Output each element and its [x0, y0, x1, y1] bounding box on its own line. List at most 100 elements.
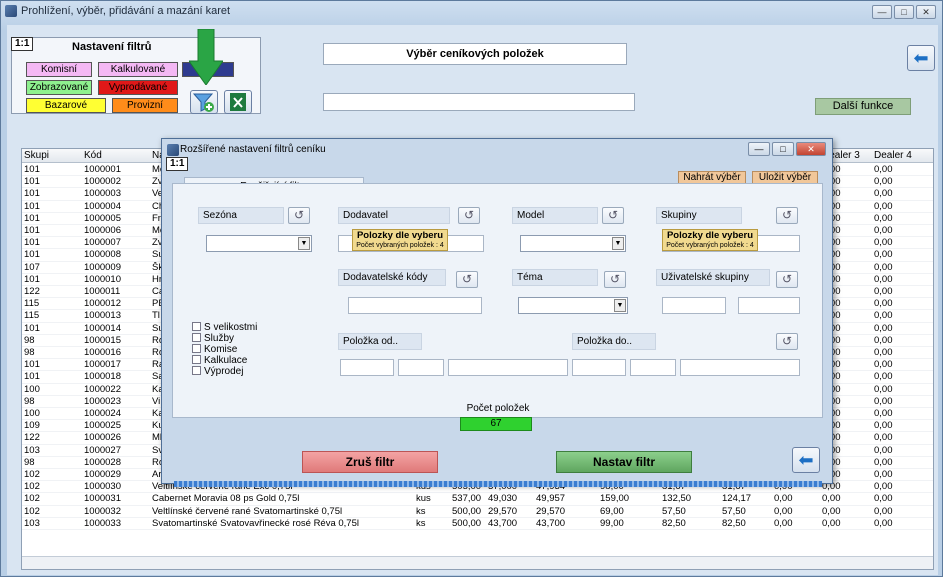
chip-komisni[interactable]: Komisní	[26, 62, 92, 77]
main-window: Prohlížení, výběr, přidávání a mazání ka…	[0, 0, 943, 577]
table-cell: 0,00	[874, 164, 893, 175]
table-cell: 1000026	[84, 432, 121, 444]
model-select[interactable]: ▼	[520, 235, 626, 252]
table-cell: 101	[24, 273, 40, 285]
table-cell: 0,00	[822, 493, 841, 505]
check-calculation[interactable]: Kalkulace	[192, 355, 247, 366]
item-from-field-1[interactable]	[340, 359, 394, 376]
table-cell: 1000024	[84, 408, 121, 419]
table-cell: 124,17	[722, 493, 752, 505]
dialog-back-arrow-icon[interactable]: ⬅	[792, 447, 820, 473]
table-row[interactable]: 102 1000032 Veltlínské červené rané Svatom…	[22, 506, 933, 518]
horizontal-scrollbar[interactable]	[22, 556, 933, 569]
supplier-codes-label: Dodavatelské kódy	[338, 269, 446, 286]
groups-tooltip: Polozky dle vyberu Počet vybraných polože…	[662, 229, 758, 251]
table-cell: 99,00	[600, 517, 624, 529]
season-select[interactable]: ▼	[206, 235, 312, 252]
minimize-button[interactable]: —	[872, 5, 892, 19]
table-cell: 0,00	[874, 456, 893, 468]
user-groups-reset-icon[interactable]: ↺	[776, 271, 798, 288]
table-cell: 115	[24, 298, 40, 310]
user-groups-field-1[interactable]	[662, 297, 726, 314]
filter-funnel-icon	[192, 93, 214, 112]
table-cell: 0,00	[874, 359, 893, 371]
excel-export-button[interactable]	[224, 90, 252, 114]
item-from-field-3[interactable]	[448, 359, 568, 376]
theme-reset-icon[interactable]: ↺	[604, 271, 626, 288]
item-to-field-3[interactable]	[680, 359, 800, 376]
table-cell: 1000030	[84, 481, 121, 493]
apply-filter-button[interactable]: Nastav filtr	[556, 451, 692, 473]
check-services[interactable]: Služby	[192, 333, 234, 344]
table-cell: 1000005	[84, 212, 121, 224]
item-to-field-2[interactable]	[630, 359, 676, 376]
search-field[interactable]	[323, 93, 635, 111]
table-cell: 98	[24, 456, 35, 468]
chip-bazarove[interactable]: Bazarové	[26, 98, 106, 113]
table-cell: 82,50	[722, 517, 746, 529]
table-cell: 0,00	[874, 176, 893, 188]
check-sizes[interactable]: S velikostmi	[192, 322, 257, 333]
check-commission[interactable]: Komise	[192, 344, 237, 355]
item-from-field-2[interactable]	[398, 359, 444, 376]
item-range-reset-icon[interactable]: ↺	[776, 333, 798, 350]
filter-settings-title: Nastavení filtrů	[72, 41, 152, 53]
table-cell: 0,00	[874, 310, 893, 322]
column-header[interactable]: Dealer 4	[874, 150, 912, 161]
back-arrow-icon[interactable]: ⬅	[907, 45, 935, 71]
supplier-reset-icon[interactable]: ↺	[458, 207, 480, 224]
theme-select[interactable]: ▼	[518, 297, 628, 314]
table-cell: 102	[24, 505, 40, 517]
dialog-maximize-button[interactable]: □	[772, 142, 794, 156]
table-cell: 115	[24, 310, 40, 322]
column-header[interactable]: Skupi	[24, 150, 49, 161]
table-cell: 0,00	[874, 481, 893, 493]
chip-zobrazovane[interactable]: Zobrazované	[26, 80, 92, 95]
supplier-codes-field[interactable]	[348, 297, 482, 314]
close-button[interactable]: ✕	[916, 5, 936, 19]
supplier-tooltip: Polozky dle vyberu Počet vybraných polože…	[352, 229, 448, 251]
more-functions-button[interactable]: Další funkce	[815, 98, 911, 115]
scale-label: 1:1	[11, 37, 34, 51]
user-groups-field-2[interactable]	[738, 297, 800, 314]
table-cell: 103	[24, 444, 40, 456]
dialog-minimize-button[interactable]: —	[748, 142, 770, 156]
app-icon	[5, 5, 17, 17]
season-reset-icon[interactable]: ↺	[288, 207, 310, 224]
model-reset-icon[interactable]: ↺	[602, 207, 624, 224]
filter-add-button[interactable]	[190, 90, 218, 114]
table-cell: 0,00	[874, 469, 893, 480]
column-header[interactable]: Kód	[84, 150, 102, 161]
supplier-codes-reset-icon[interactable]: ↺	[456, 271, 478, 288]
table-cell: 1000015	[84, 334, 121, 346]
table-cell: 0,00	[874, 334, 893, 346]
table-cell: 103	[24, 517, 40, 529]
chip-kalkulovane[interactable]: Kalkulované	[98, 62, 178, 77]
table-cell: 0,00	[874, 432, 893, 444]
table-cell: 0,00	[822, 517, 841, 529]
table-row[interactable]: 103 1000033 Svatomartinské Svatovavřinecké…	[22, 518, 933, 530]
chip-provizni[interactable]: Provizní	[112, 98, 178, 113]
table-cell: 0,00	[774, 517, 793, 529]
check-sale[interactable]: Výprodej	[192, 366, 243, 377]
table-cell: 101	[24, 322, 40, 334]
maximize-button[interactable]: □	[894, 5, 914, 19]
table-cell: 29,570	[536, 505, 566, 517]
item-to-field-1[interactable]	[572, 359, 626, 376]
table-row[interactable]: 102 1000031 Cabernet Moravia 08 ps Gold 0,…	[22, 493, 933, 506]
chip-vyprodavane[interactable]: Vyprodávané	[98, 80, 178, 95]
table-cell: 132,50	[662, 493, 692, 505]
table-cell: 1000013	[84, 310, 121, 322]
theme-label: Téma	[512, 269, 598, 286]
table-cell: 0,00	[874, 371, 893, 383]
table-cell: 57,50	[662, 505, 686, 517]
table-cell: 102	[24, 469, 40, 480]
table-cell: 98	[24, 334, 35, 346]
dialog-close-button[interactable]: ✕	[796, 142, 826, 156]
cancel-filter-button[interactable]: Zruš filtr	[302, 451, 438, 473]
dialog-icon	[167, 144, 179, 156]
groups-reset-icon[interactable]: ↺	[776, 207, 798, 224]
table-cell: 1000032	[84, 505, 121, 517]
table-cell: 1000018	[84, 371, 121, 383]
table-cell: 0,00	[874, 493, 893, 505]
